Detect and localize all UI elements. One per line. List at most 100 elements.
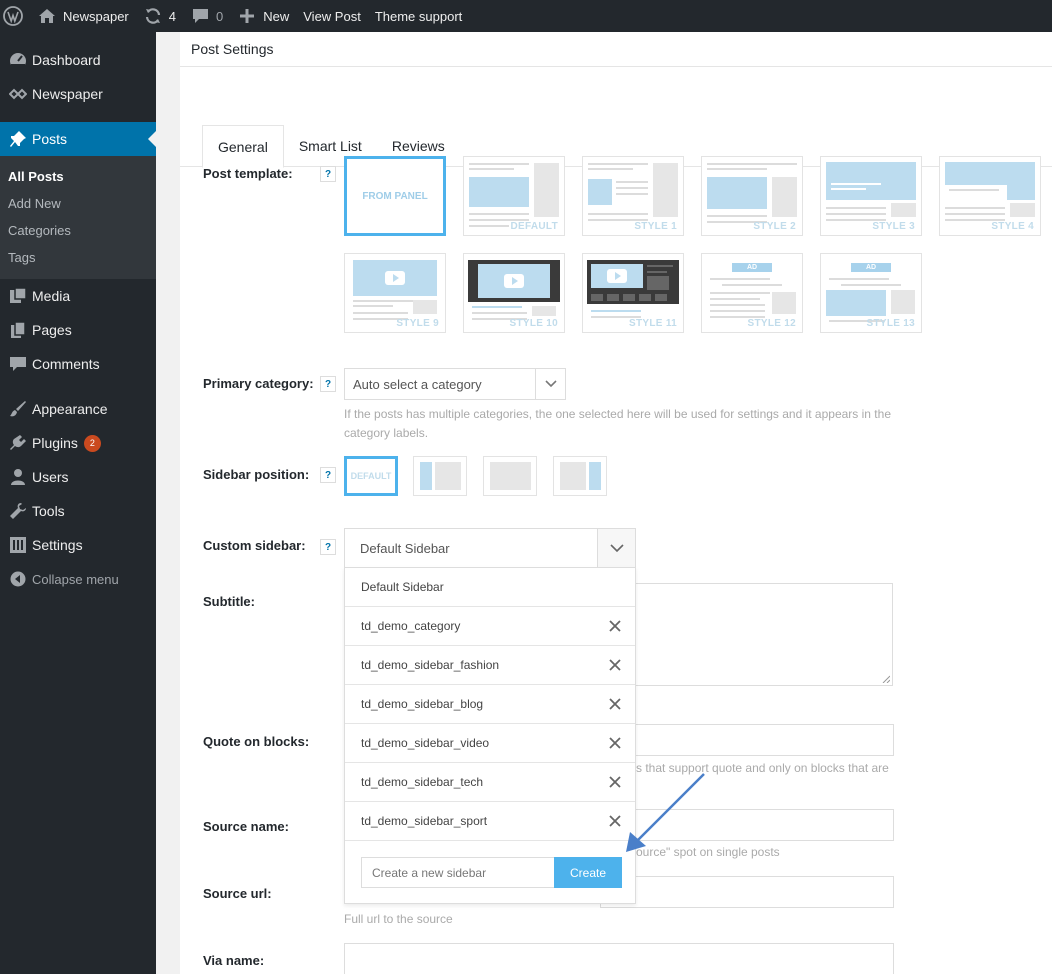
submenu-tags[interactable]: Tags — [0, 244, 156, 271]
template-style-9[interactable]: STYLE 9 — [344, 253, 446, 333]
template-style-11[interactable]: STYLE 11 — [582, 253, 684, 333]
quote-on-blocks-label: Quote on blocks: — [203, 734, 310, 749]
dropdown-option[interactable]: td_demo_sidebar_fashion — [345, 646, 635, 685]
quote-on-blocks-input[interactable] — [600, 724, 894, 756]
sidebar-item-newspaper[interactable]: Newspaper — [0, 77, 156, 111]
chevron-down-icon — [535, 369, 565, 399]
delete-sidebar-icon[interactable] — [609, 698, 621, 710]
post-template-help-icon[interactable]: ? — [320, 166, 336, 182]
pages-icon — [8, 320, 28, 340]
delete-sidebar-icon[interactable] — [609, 659, 621, 671]
template-style-4[interactable]: STYLE 4 — [939, 156, 1041, 236]
sidebar-item-tools[interactable]: Tools — [0, 494, 156, 528]
dropdown-option[interactable]: td_demo_sidebar_tech — [345, 763, 635, 802]
comment-bubble-icon — [190, 6, 210, 26]
source-name-label: Source name: — [203, 819, 289, 834]
sidebar-position-help-icon[interactable]: ? — [320, 467, 336, 483]
wrench-icon — [8, 501, 28, 521]
sidebar-item-pages[interactable]: Pages — [0, 313, 156, 347]
chevron-down-icon — [597, 529, 635, 567]
template-from-panel[interactable]: FROM PANEL — [344, 156, 446, 236]
primary-category-help-icon[interactable]: ? — [320, 376, 336, 392]
custom-sidebar-label: Custom sidebar: — [203, 538, 306, 553]
tabs-bar: General Smart List Reviews — [180, 67, 1052, 168]
template-default[interactable]: DEFAULT — [463, 156, 565, 236]
paintbrush-icon — [8, 399, 28, 419]
sidebar-position-right[interactable] — [553, 456, 607, 496]
source-url-label: Source url: — [203, 886, 272, 901]
submenu-add-new[interactable]: Add New — [0, 190, 156, 217]
dropdown-option[interactable]: td_demo_sidebar_blog — [345, 685, 635, 724]
template-style-10[interactable]: STYLE 10 — [463, 253, 565, 333]
new-content-link[interactable]: New — [230, 0, 296, 32]
site-name: Newspaper — [63, 8, 129, 24]
primary-category-label: Primary category: — [203, 376, 314, 391]
sidebar-item-media[interactable]: Media — [0, 279, 156, 313]
theme-support-label: Theme support — [374, 8, 463, 24]
new-sidebar-input[interactable] — [361, 857, 555, 888]
home-icon — [37, 6, 57, 26]
subtitle-label: Subtitle: — [203, 594, 255, 609]
admin-sidebar: Dashboard Newspaper Posts All Posts Add … — [0, 32, 156, 974]
dashboard-icon — [8, 50, 28, 70]
primary-category-value: Auto select a category — [353, 376, 482, 392]
posts-submenu: All Posts Add New Categories Tags — [0, 156, 156, 279]
delete-sidebar-icon[interactable] — [609, 620, 621, 632]
sidebar-item-plugins[interactable]: Plugins 2 — [0, 426, 156, 460]
sidebar-position-default[interactable]: DEFAULT — [344, 456, 398, 496]
annotation-arrow-icon — [626, 773, 705, 852]
collapse-menu-button[interactable]: Collapse menu — [0, 562, 156, 596]
updates-link[interactable]: 4 — [136, 0, 183, 32]
sidebar-item-posts[interactable]: Posts — [0, 122, 156, 156]
sidebar-item-appearance[interactable]: Appearance — [0, 392, 156, 426]
updates-count: 4 — [168, 8, 176, 24]
template-style-2[interactable]: STYLE 2 — [701, 156, 803, 236]
template-style-1[interactable]: STYLE 1 — [582, 156, 684, 236]
custom-sidebar-value: Default Sidebar — [360, 540, 450, 556]
sidebar-item-dashboard[interactable]: Dashboard — [0, 43, 156, 77]
comment-icon — [8, 354, 28, 374]
primary-category-select[interactable]: Auto select a category — [344, 368, 566, 400]
sidebar-position-label: Sidebar position: — [203, 467, 310, 482]
custom-sidebar-dropdown: Default Sidebar td_demo_category td_demo… — [344, 567, 636, 904]
dropdown-option[interactable]: td_demo_sidebar_sport — [345, 802, 635, 841]
pin-icon — [8, 129, 28, 149]
post-template-label: Post template: — [203, 166, 293, 181]
theme-support-link[interactable]: Theme support — [368, 0, 469, 32]
template-style-12[interactable]: AD STYLE 12 — [701, 253, 803, 333]
sidebar-position-left[interactable] — [413, 456, 467, 496]
template-style-3[interactable]: STYLE 3 — [820, 156, 922, 236]
subtitle-textarea[interactable] — [600, 583, 893, 686]
dropdown-option-default-sidebar[interactable]: Default Sidebar — [345, 568, 635, 607]
updates-icon — [143, 6, 163, 26]
plugins-update-badge: 2 — [83, 434, 101, 452]
custom-sidebar-select[interactable]: Default Sidebar — [344, 528, 636, 568]
dropdown-option[interactable]: td_demo_category — [345, 607, 635, 646]
view-post-link[interactable]: View Post — [296, 0, 368, 32]
admin-bar: Newspaper 4 0 New View Post Theme suppor… — [0, 0, 1052, 32]
site-name-link[interactable]: Newspaper — [30, 0, 136, 32]
media-icon — [8, 286, 28, 306]
source-url-input[interactable] — [600, 876, 894, 908]
dropdown-option[interactable]: td_demo_sidebar_video — [345, 724, 635, 763]
custom-sidebar-help-icon[interactable]: ? — [320, 539, 336, 555]
wordpress-logo-icon — [3, 6, 23, 26]
wordpress-logo[interactable] — [0, 0, 30, 32]
comments-count: 0 — [216, 8, 224, 24]
sidebar-item-users[interactable]: Users — [0, 460, 156, 494]
delete-sidebar-icon[interactable] — [609, 737, 621, 749]
submenu-all-posts[interactable]: All Posts — [0, 163, 156, 190]
tab-general[interactable]: General — [202, 125, 284, 168]
resize-handle-icon[interactable] — [882, 675, 890, 683]
submenu-categories[interactable]: Categories — [0, 217, 156, 244]
sidebar-item-comments[interactable]: Comments — [0, 347, 156, 381]
sidebar-position-none[interactable] — [483, 456, 537, 496]
comments-link[interactable]: 0 — [183, 0, 230, 32]
via-name-input[interactable] — [344, 943, 894, 974]
create-sidebar-button[interactable]: Create — [554, 857, 622, 888]
settings-icon — [8, 535, 28, 555]
template-style-13[interactable]: AD STYLE 13 — [820, 253, 922, 333]
collapse-icon — [8, 569, 28, 589]
sidebar-item-settings[interactable]: Settings — [0, 528, 156, 562]
users-icon — [8, 467, 28, 487]
